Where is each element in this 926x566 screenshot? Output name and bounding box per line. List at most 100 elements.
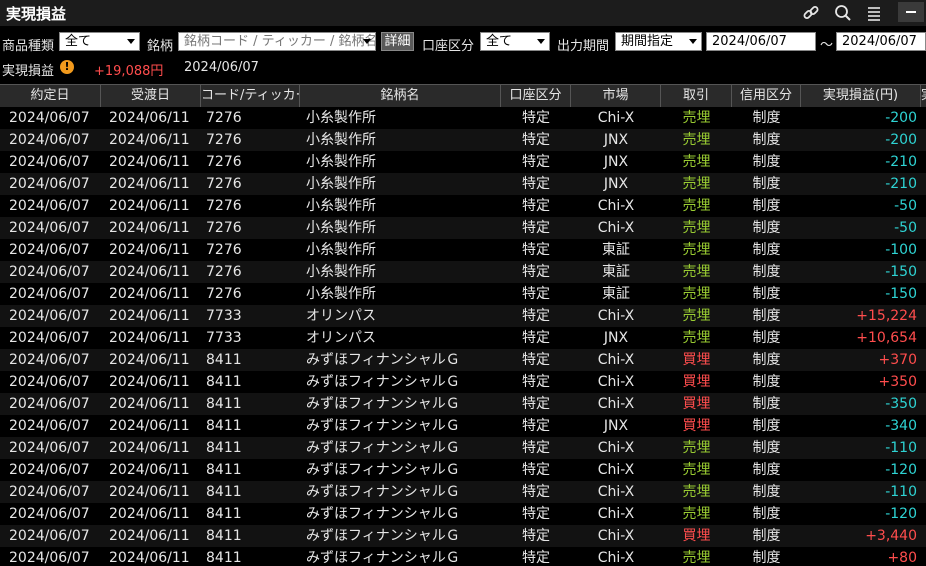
realized-pl-cell: -110 <box>885 440 917 456</box>
name-cell: 小糸製作所 <box>306 264 376 280</box>
code-cell: 7276 <box>206 220 242 236</box>
table-row[interactable]: 2024/06/07 2024/06/11 8411 みずほフィナンシャルＧ 特定 Chi… <box>0 459 926 481</box>
side-cell: 売埋 <box>682 264 711 280</box>
col-name[interactable]: 銘柄名 <box>300 85 501 107</box>
market-cell: Chi-X <box>597 352 635 368</box>
col-account[interactable]: 口座区分 <box>501 85 571 107</box>
period-select[interactable]: 期間指定 <box>615 32 702 51</box>
col-settle-date[interactable]: 受渡日 <box>101 85 201 107</box>
warning-icon[interactable]: ! <box>60 60 74 74</box>
margin-cell: 制度 <box>752 308 781 324</box>
side-cell: 売埋 <box>682 242 711 258</box>
realized-pl-cell: +3,440 <box>865 528 917 544</box>
trade-date-cell: 2024/06/07 <box>9 374 90 390</box>
table-row[interactable]: 2024/06/07 2024/06/11 8411 みずほフィナンシャルＧ 特定 Chi… <box>0 393 926 415</box>
realized-pl-cell: -350 <box>885 396 917 412</box>
detail-button[interactable]: 詳細 <box>381 32 414 51</box>
settle-date-cell: 2024/06/11 <box>109 308 190 324</box>
side-cell: 売埋 <box>682 220 711 236</box>
account-cell: 特定 <box>522 506 550 522</box>
table-row[interactable]: 2024/06/07 2024/06/11 7276 小糸製作所 特定 東証 売埋 制度 -10… <box>0 239 926 261</box>
name-cell: みずほフィナンシャルＧ <box>306 396 460 412</box>
margin-cell: 制度 <box>752 528 781 544</box>
account-cell: 特定 <box>522 286 550 302</box>
settle-date-cell: 2024/06/11 <box>109 396 190 412</box>
minimize-icon[interactable] <box>898 2 924 22</box>
table-row[interactable]: 2024/06/07 2024/06/11 7276 小糸製作所 特定 Chi-X 売埋 制度… <box>0 217 926 239</box>
market-cell: Chi-X <box>597 396 635 412</box>
symbol-placeholder: 銘柄コード / ティッカー / 銘柄名 <box>184 34 376 49</box>
summary-bar: 実現損益 +19,088円 2024/06/07 <box>0 56 926 80</box>
side-cell: 買埋 <box>682 396 711 412</box>
account-type-value: 全て <box>486 34 513 49</box>
table-row[interactable]: 2024/06/07 2024/06/11 7276 小糸製作所 特定 Chi-X 売埋 制度… <box>0 195 926 217</box>
trade-date-cell: 2024/06/07 <box>9 242 90 258</box>
margin-cell: 制度 <box>752 396 781 412</box>
col-side[interactable]: 取引 <box>661 85 732 107</box>
symbol-input[interactable]: 銘柄コード / ティッカー / 銘柄名 <box>178 32 376 51</box>
name-cell: みずほフィナンシャルＧ <box>306 506 460 522</box>
settle-date-cell: 2024/06/11 <box>109 418 190 434</box>
name-cell: みずほフィナンシャルＧ <box>306 462 460 478</box>
code-cell: 7276 <box>206 110 242 126</box>
account-cell: 特定 <box>522 418 550 434</box>
account-cell: 特定 <box>522 440 550 456</box>
trade-date-cell: 2024/06/07 <box>9 440 90 456</box>
side-cell: 買埋 <box>682 528 711 544</box>
date-to-input[interactable]: 2024/06/07 <box>836 32 926 51</box>
col-market[interactable]: 市場 <box>571 85 661 107</box>
side-cell: 売埋 <box>682 484 711 500</box>
trade-date-cell: 2024/06/07 <box>9 132 90 148</box>
account-cell: 特定 <box>522 352 550 368</box>
code-cell: 8411 <box>206 462 242 478</box>
table-row[interactable]: 2024/06/07 2024/06/11 8411 みずほフィナンシャルＧ 特定 Chi… <box>0 371 926 393</box>
table-row[interactable]: 2024/06/07 2024/06/11 8411 みずほフィナンシャルＧ 特定 JNX… <box>0 415 926 437</box>
table-row[interactable]: 2024/06/07 2024/06/11 7276 小糸製作所 特定 東証 売埋 制度 -15… <box>0 283 926 305</box>
table-row[interactable]: 2024/06/07 2024/06/11 7276 小糸製作所 特定 JNX 売埋 制度 -2… <box>0 129 926 151</box>
market-cell: Chi-X <box>597 110 635 126</box>
margin-cell: 制度 <box>752 264 781 280</box>
margin-cell: 制度 <box>752 374 781 390</box>
margin-cell: 制度 <box>752 462 781 478</box>
table-row[interactable]: 2024/06/07 2024/06/11 8411 みずほフィナンシャルＧ 特定 Chi… <box>0 481 926 503</box>
account-type-select[interactable]: 全て <box>480 32 550 51</box>
market-cell: Chi-X <box>597 308 635 324</box>
table-row[interactable]: 2024/06/07 2024/06/11 8411 みずほフィナンシャルＧ 特定 Chi… <box>0 349 926 371</box>
menu-icon[interactable] <box>864 3 884 23</box>
name-cell: 小糸製作所 <box>306 176 376 192</box>
margin-cell: 制度 <box>752 220 781 236</box>
margin-cell: 制度 <box>752 286 781 302</box>
trade-date-cell: 2024/06/07 <box>9 418 90 434</box>
settle-date-cell: 2024/06/11 <box>109 440 190 456</box>
name-cell: 小糸製作所 <box>306 286 376 302</box>
margin-cell: 制度 <box>752 198 781 214</box>
margin-cell: 制度 <box>752 110 781 126</box>
table-row[interactable]: 2024/06/07 2024/06/11 7276 小糸製作所 特定 Chi-X 売埋 制度… <box>0 107 926 129</box>
name-cell: 小糸製作所 <box>306 110 376 126</box>
name-cell: オリンパス <box>306 330 376 346</box>
col-margin[interactable]: 信用区分 <box>732 85 801 107</box>
table-row[interactable]: 2024/06/07 2024/06/11 8411 みずほフィナンシャルＧ 特定 Chi… <box>0 437 926 459</box>
col-code[interactable]: コード/ティッカー <box>201 85 300 107</box>
account-cell: 特定 <box>522 374 550 390</box>
table-row[interactable]: 2024/06/07 2024/06/11 7276 小糸製作所 特定 JNX 売埋 制度 -2… <box>0 151 926 173</box>
settle-date-cell: 2024/06/11 <box>109 374 190 390</box>
table-row[interactable]: 2024/06/07 2024/06/11 8411 みずほフィナンシャルＧ 特定 Chi… <box>0 547 926 566</box>
product-type-value: 全て <box>65 34 92 49</box>
date-from-input[interactable]: 2024/06/07 <box>706 32 816 51</box>
col-realized-pl[interactable]: 実現損益(円) <box>801 85 921 107</box>
name-cell: 小糸製作所 <box>306 198 376 214</box>
table-row[interactable]: 2024/06/07 2024/06/11 7733 オリンパス 特定 JNX 売埋 制度 +1… <box>0 327 926 349</box>
table-row[interactable]: 2024/06/07 2024/06/11 7276 小糸製作所 特定 JNX 売埋 制度 -2… <box>0 173 926 195</box>
table-row[interactable]: 2024/06/07 2024/06/11 7276 小糸製作所 特定 東証 売埋 制度 -15… <box>0 261 926 283</box>
table-row[interactable]: 2024/06/07 2024/06/11 7733 オリンパス 特定 Chi-X 売埋 制度… <box>0 305 926 327</box>
table-row[interactable]: 2024/06/07 2024/06/11 8411 みずほフィナンシャルＧ 特定 Chi… <box>0 503 926 525</box>
margin-cell: 制度 <box>752 550 781 566</box>
period-label: 出力期間 <box>557 39 610 54</box>
col-truncated[interactable]: 実 <box>921 85 926 107</box>
table-row[interactable]: 2024/06/07 2024/06/11 8411 みずほフィナンシャルＧ 特定 Chi… <box>0 525 926 547</box>
link-icon[interactable] <box>801 3 821 23</box>
col-trade-date[interactable]: 約定日 <box>0 85 101 107</box>
product-type-select[interactable]: 全て <box>59 32 140 51</box>
search-icon[interactable] <box>833 3 853 23</box>
